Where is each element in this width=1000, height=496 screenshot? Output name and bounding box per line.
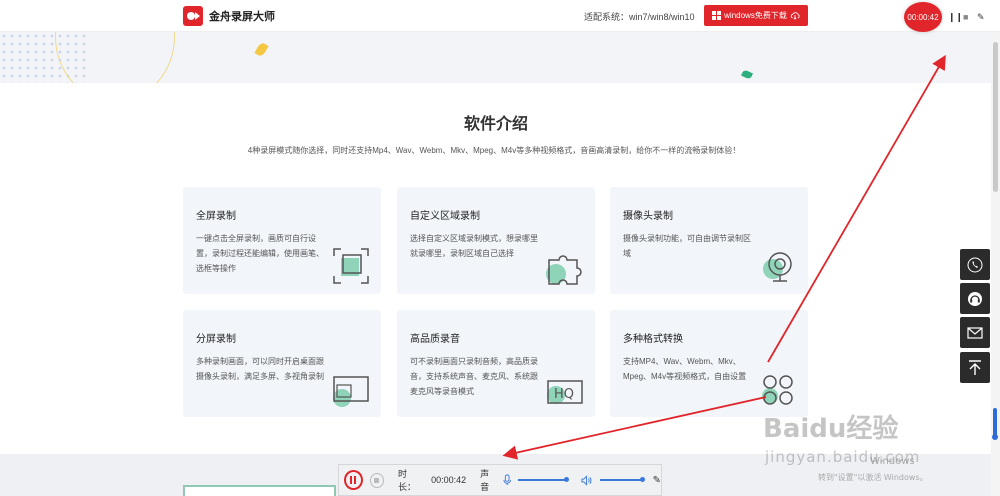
card-title: 高品质录音 bbox=[410, 334, 460, 345]
mail-button[interactable] bbox=[960, 317, 990, 348]
windows-logo-icon bbox=[712, 11, 722, 20]
card-description: 支持MP4、Wav、Webm、Mkv、Mpeg、M4v等视频格式，自由设置 bbox=[623, 357, 747, 381]
formats-icon bbox=[762, 375, 793, 405]
system-compat-label: 适配系统：win7/win8/win10 bbox=[584, 12, 695, 22]
microphone-icon[interactable] bbox=[503, 474, 511, 486]
card-description: 摄像头录制功能，可自由调节录制区域 bbox=[623, 234, 751, 258]
logo-icon bbox=[183, 6, 203, 26]
card-title: 摄像头录制 bbox=[623, 211, 673, 222]
site-header: 金舟录屏大师 适配系统：win7/win8/win10 windows免费下载 bbox=[0, 0, 1000, 32]
activation-title: Windows bbox=[870, 456, 915, 467]
recording-timer-badge[interactable]: 00:00:42 bbox=[904, 2, 942, 32]
feature-card-custom-area[interactable]: 自定义区域录制 选择自定义区域录制模式，想录哪里就录哪里，录制区域自己选择 bbox=[397, 187, 595, 294]
yellow-leaf-decoration bbox=[254, 41, 269, 58]
next-section-card bbox=[183, 485, 336, 496]
back-to-top-button[interactable] bbox=[960, 352, 990, 383]
service-button[interactable] bbox=[960, 283, 990, 314]
fullscreen-icon bbox=[333, 248, 369, 284]
headset-icon bbox=[968, 291, 982, 306]
duration-label: 时长： bbox=[397, 469, 416, 492]
webcam-icon bbox=[763, 252, 792, 282]
back-to-top-icon bbox=[969, 359, 981, 375]
card-title: 自定义区域录制 bbox=[410, 211, 480, 222]
phone-button[interactable] bbox=[960, 249, 990, 280]
system-volume-slider[interactable] bbox=[599, 477, 645, 482]
baidu-watermark: Baidu经验 bbox=[763, 414, 899, 444]
pause-icon[interactable]: ❙❙ bbox=[948, 12, 963, 23]
hq-audio-icon: HQ bbox=[547, 380, 583, 404]
stop-icon[interactable]: ■ bbox=[963, 12, 968, 22]
speaker-icon[interactable] bbox=[581, 474, 592, 486]
card-title: 多种格式转换 bbox=[623, 334, 683, 345]
decorative-arc bbox=[55, 32, 175, 83]
cloud-download-icon bbox=[790, 12, 800, 20]
record-stop-button[interactable] bbox=[369, 472, 384, 488]
sound-label: 声音 bbox=[480, 469, 490, 492]
pen-icon[interactable]: ✎ bbox=[977, 12, 985, 23]
feature-card-formats[interactable]: 多种格式转换 支持MP4、Wav、Webm、Mkv、Mpeg、M4v等视频格式，… bbox=[610, 310, 808, 417]
section-title: 软件介绍 bbox=[463, 116, 528, 133]
mail-icon bbox=[967, 326, 983, 339]
site-logo[interactable]: 金舟录屏大师 bbox=[183, 6, 275, 26]
card-description: 可不录制画面只录制音频，高品质录音，支持系统声音、麦克风、系统跟麦克风等录音模式 bbox=[410, 357, 538, 396]
recording-control-bar: 时长： 00:00:42 声音 ✎ bbox=[338, 464, 662, 496]
puzzle-icon bbox=[546, 255, 582, 285]
duration-value: 00:00:42 bbox=[431, 475, 467, 485]
pen-icon[interactable]: ✎ bbox=[653, 475, 661, 486]
scrollbar-thumb[interactable] bbox=[993, 42, 998, 192]
hero-banner-bottom bbox=[0, 32, 1000, 83]
windows-download-button[interactable]: windows免费下载 bbox=[704, 5, 808, 26]
feature-card-hq-audio[interactable]: 高品质录音 可不录制画面只录制音频，高品质录音，支持系统声音、麦克风、系统跟麦克… bbox=[397, 310, 595, 417]
logo-text: 金舟录屏大师 bbox=[209, 11, 275, 23]
thermometer-indicator bbox=[992, 408, 998, 440]
record-pause-button[interactable] bbox=[344, 470, 363, 490]
feature-card-split-screen[interactable]: 分屏录制 多种录制画面，可以同时开启桌面跟摄像头录制，满足多屏、多视角录制 bbox=[183, 310, 381, 417]
card-title: 分屏录制 bbox=[196, 334, 236, 345]
card-description: 一键点击全屏录制，画质可自行设置，录制过程还能编辑，使用画笔、选框等操作 bbox=[196, 234, 324, 273]
feature-card-fullscreen[interactable]: 全屏录制 一键点击全屏录制，画质可自行设置，录制过程还能编辑，使用画笔、选框等操… bbox=[183, 187, 381, 294]
split-screen-icon bbox=[333, 376, 369, 407]
card-description: 多种录制画面，可以同时开启桌面跟摄像头录制，满足多屏、多视角录制 bbox=[196, 357, 324, 381]
mic-volume-slider[interactable] bbox=[518, 477, 570, 482]
download-button-label: windows免费下载 bbox=[724, 11, 787, 20]
card-title: 全屏录制 bbox=[196, 211, 236, 222]
section-subtitle: 4种录屏模式随你选择，同时还支持Mp4、Wav、Webm、Mkv、Mpeg、M4… bbox=[247, 146, 741, 155]
card-description: 选择自定义区域录制模式，想录哪里就录哪里，录制区域自己选择 bbox=[410, 234, 538, 258]
phone-icon bbox=[967, 257, 983, 272]
activation-subtitle: 转到"设置"以激活 Windows。 bbox=[818, 473, 928, 482]
feature-card-webcam[interactable]: 摄像头录制 摄像头录制功能，可自由调节录制区域 bbox=[610, 187, 808, 294]
svg-text:HQ: HQ bbox=[554, 387, 574, 402]
